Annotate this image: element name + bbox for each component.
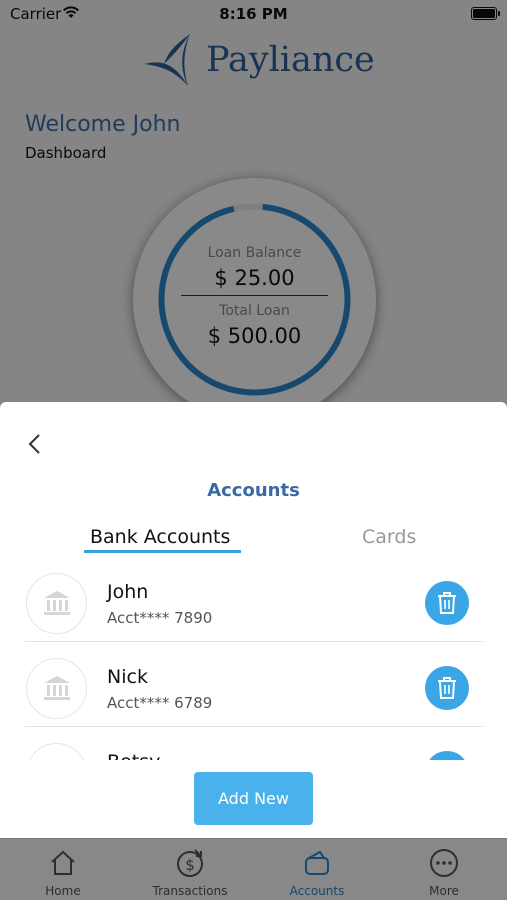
account-row[interactable]: Nick Acct**** 6789 (25, 649, 483, 734)
account-row[interactable]: John Acct**** 7890 (25, 564, 483, 649)
trash-icon (438, 677, 456, 699)
delete-account-button[interactable] (425, 666, 469, 710)
add-new-button[interactable]: Add New (194, 772, 313, 825)
bank-icon (44, 591, 70, 615)
back-button[interactable] (25, 432, 45, 456)
row-divider (25, 726, 483, 727)
bank-avatar (26, 573, 87, 634)
sheet-title: Accounts (207, 480, 300, 501)
bank-avatar (26, 743, 87, 760)
bank-icon (44, 676, 70, 700)
app-screen: Carrier 8:16 PM Payliance Welcome John D… (0, 0, 507, 900)
delete-account-button[interactable] (425, 751, 469, 760)
bank-avatar (26, 658, 87, 719)
account-name: John (107, 581, 149, 603)
selected-tab-indicator (84, 550, 241, 553)
row-divider (25, 641, 483, 642)
delete-account-button[interactable] (425, 581, 469, 625)
tab-bank-accounts[interactable]: Bank Accounts (90, 526, 230, 548)
account-row[interactable]: Betsy (25, 734, 483, 760)
account-name: Nick (107, 666, 148, 688)
accounts-sheet: Accounts Bank Accounts Cards John Acct**… (0, 402, 507, 838)
accounts-list: John Acct**** 7890 Nick Acct**** 6789 (0, 564, 507, 760)
account-number: Acct**** 6789 (107, 694, 213, 712)
account-number: Acct**** 7890 (107, 609, 213, 627)
bank-icon (42, 759, 72, 760)
account-name: Betsy (107, 751, 160, 760)
chevron-left-icon (28, 434, 40, 454)
tab-cards[interactable]: Cards (362, 526, 416, 548)
trash-icon (438, 592, 456, 614)
